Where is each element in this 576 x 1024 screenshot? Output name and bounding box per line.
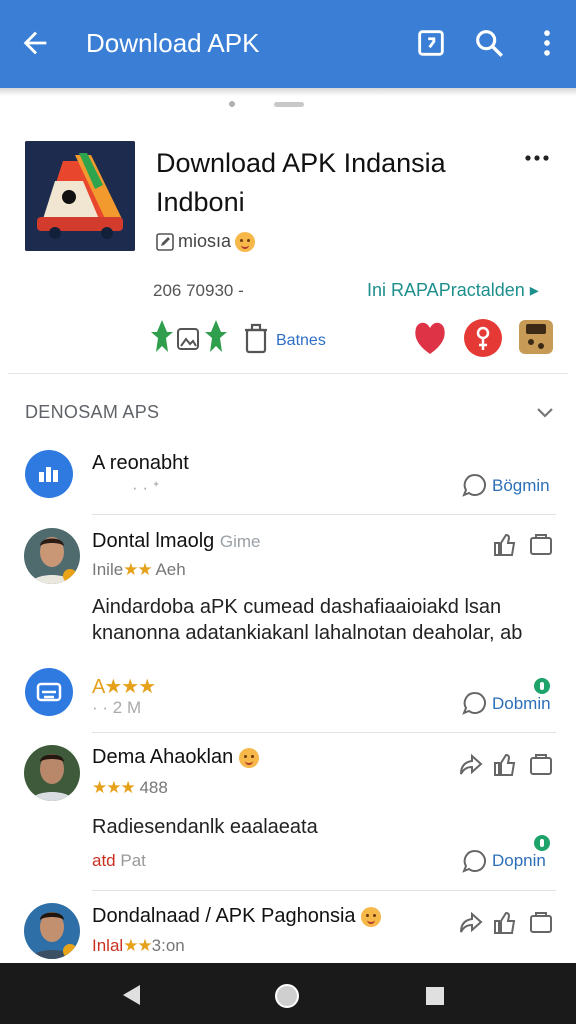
reviewer-name[interactable]: Dontal lmaolg Gime	[92, 530, 260, 553]
item-action-link[interactable]: Dopnin	[492, 851, 546, 871]
ratings-label[interactable]: Batnes	[276, 332, 326, 350]
star-rating: ★★	[123, 560, 153, 579]
reviewer-name[interactable]: Dondalnaad / APK Paghonsia	[92, 905, 382, 928]
app-name: Download APK Indansia Indboni	[156, 148, 446, 217]
trash-icon[interactable]	[242, 320, 270, 354]
system-nav-bar	[0, 963, 576, 1024]
media-icon[interactable]	[25, 668, 73, 716]
star-rating: A★★★	[92, 676, 156, 698]
review-meta: ★★★ 488	[92, 778, 168, 797]
avatar[interactable]	[24, 528, 80, 584]
app-bar: Download APK	[0, 0, 576, 88]
section-title: DENOSAM APS	[25, 402, 160, 422]
review-meta: Inile★★ Aeh	[92, 560, 186, 579]
chevron-down-icon[interactable]	[535, 402, 555, 422]
flag-icon[interactable]	[528, 532, 554, 558]
review-body: Radiesendanlk eaalaeata	[92, 816, 318, 838]
review-body: Aindardoba aPK cumead dashafiaaioiakd ls…	[92, 596, 523, 644]
nav-back-icon[interactable]	[120, 983, 144, 1007]
comment-icon[interactable]	[462, 472, 488, 498]
separator	[92, 890, 556, 891]
item-subtitle: · · ᐩ	[132, 478, 160, 497]
status-badge	[534, 678, 550, 694]
comment-icon[interactable]	[462, 848, 488, 874]
page-indicator-dot	[229, 101, 235, 107]
page-title: Download APK	[86, 28, 260, 58]
thumbs-up-icon[interactable]	[492, 752, 518, 778]
comment-icon[interactable]	[462, 690, 488, 716]
thumbs-up-icon[interactable]	[492, 532, 518, 558]
more-options-icon[interactable]	[522, 148, 552, 168]
flag-icon[interactable]	[528, 752, 554, 778]
item-action-link[interactable]: Dobmin	[492, 694, 551, 714]
search-icon[interactable]	[472, 26, 506, 60]
share-icon[interactable]	[458, 910, 484, 936]
nav-recents-icon[interactable]	[424, 985, 446, 1007]
appbar-shadow	[0, 88, 576, 96]
image-icon[interactable]	[176, 326, 200, 352]
thumbs-up-icon[interactable]	[492, 910, 518, 936]
item-action-link[interactable]: Bögmin	[492, 476, 550, 496]
separator	[92, 514, 556, 515]
avatar[interactable]	[24, 745, 80, 801]
nav-home-icon[interactable]	[274, 983, 300, 1009]
storage-icon[interactable]	[517, 318, 555, 356]
developer-row[interactable]: miosıa	[156, 231, 256, 252]
emoji-icon	[238, 747, 259, 768]
developer-name: miosıa	[178, 231, 232, 251]
green-pin-icon[interactable]	[150, 318, 174, 354]
flag-icon[interactable]	[528, 910, 554, 936]
avatar[interactable]	[24, 903, 80, 959]
item-title[interactable]: A reonabht	[92, 452, 189, 475]
reviewer-name[interactable]: Dema Ahaoklan	[92, 746, 259, 769]
review-meta: Inlal★★3:on	[92, 936, 185, 955]
emoji-icon	[361, 906, 382, 927]
app-logo	[25, 141, 135, 251]
heart-icon[interactable]	[412, 318, 448, 356]
download-count: 206 70930 -	[153, 281, 244, 300]
details-link[interactable]: Ini RAPAPractalden ▸	[367, 280, 539, 301]
separator	[92, 732, 556, 733]
edit-icon	[156, 232, 174, 251]
green-pin-icon-2[interactable]	[204, 318, 228, 354]
item-subtitle: · · 2 M	[92, 698, 142, 717]
location-pin-icon[interactable]	[463, 318, 503, 358]
install-icon[interactable]	[414, 26, 448, 60]
drag-handle[interactable]	[274, 102, 304, 107]
app-category-icon[interactable]	[25, 450, 73, 498]
star-rating: ★★	[123, 936, 153, 955]
share-icon[interactable]	[458, 752, 484, 778]
back-arrow-icon[interactable]	[18, 26, 52, 60]
overflow-menu-icon[interactable]	[530, 26, 564, 60]
emoji-icon	[235, 231, 256, 252]
review-tags: atd Pat	[92, 851, 146, 870]
star-rating: ★★★	[92, 778, 136, 797]
status-badge	[534, 835, 550, 851]
